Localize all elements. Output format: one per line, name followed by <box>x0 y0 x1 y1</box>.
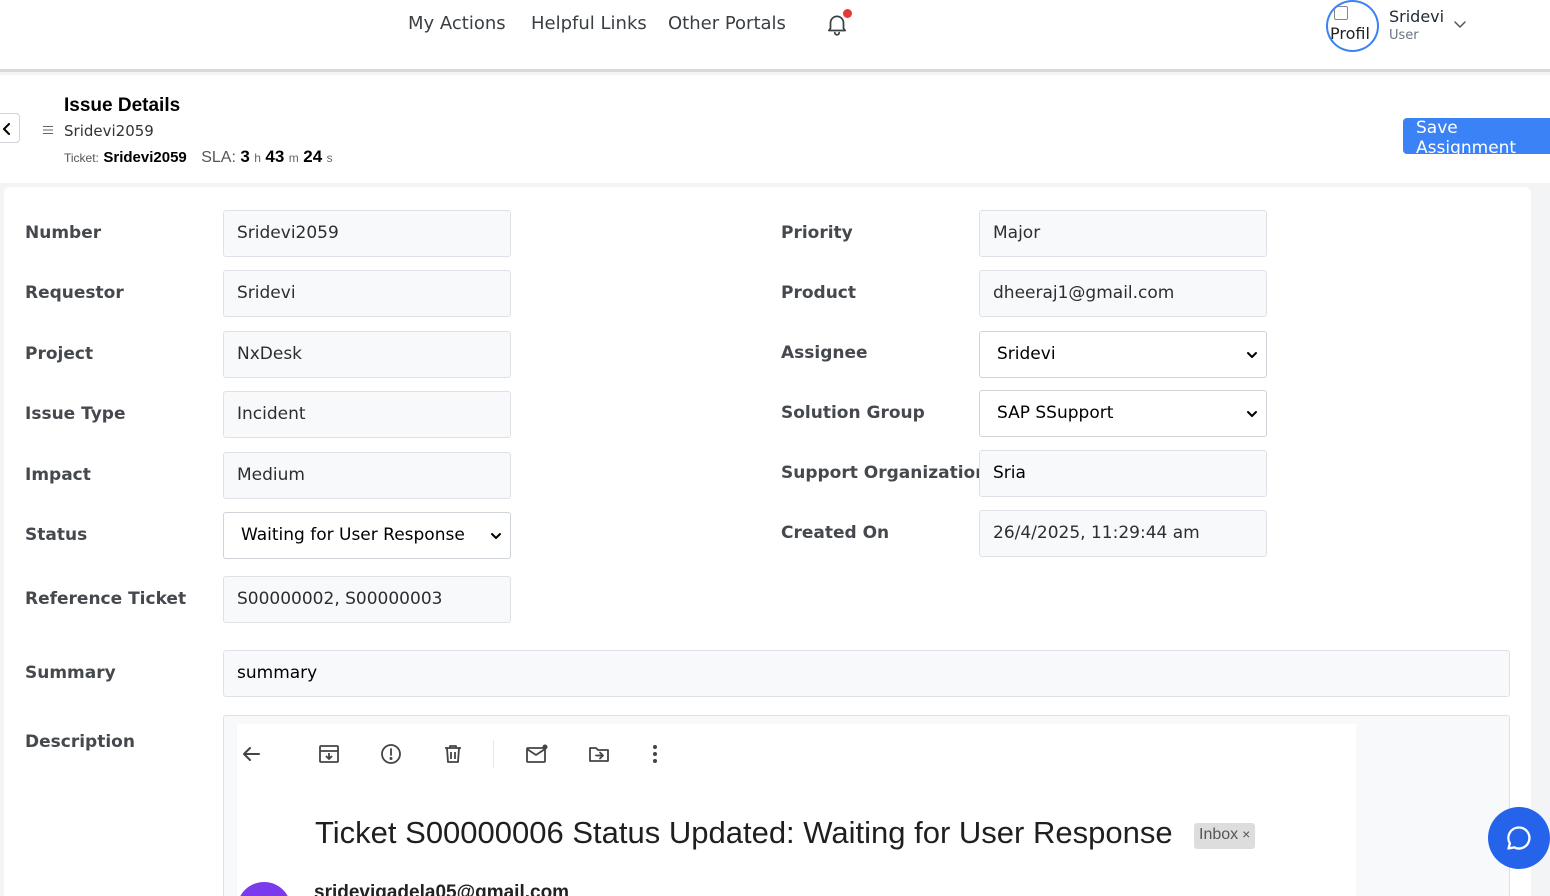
issue-type-label: Issue Type <box>25 404 126 424</box>
nav-other-portals[interactable]: Other Portals <box>668 13 786 34</box>
assignee-select-value: Sridevi <box>997 344 1056 364</box>
nav-my-actions[interactable]: My Actions <box>408 13 506 34</box>
chevron-down-icon <box>491 533 501 539</box>
created-on-field[interactable]: 26/4/2025, 11:29:44 am <box>979 510 1267 557</box>
number-label: Number <box>25 223 102 243</box>
description-label: Description <box>25 732 135 752</box>
inbox-chip: Inbox × <box>1194 823 1256 849</box>
user-role: User <box>1389 28 1419 43</box>
sla-label: SLA: <box>201 149 236 166</box>
sla-seconds: 24 <box>303 147 323 166</box>
inbox-chip-label: Inbox <box>1199 826 1239 843</box>
product-label: Product <box>781 283 856 303</box>
status-label: Status <box>25 525 88 545</box>
chevron-down-icon <box>1247 352 1257 358</box>
page-title: Issue Details <box>64 95 181 116</box>
toolbar-divider <box>493 740 494 768</box>
top-nav: My Actions Helpful Links Other Portals P… <box>0 0 1550 72</box>
move-to-icon <box>589 747 609 762</box>
sla-minutes-unit: m <box>288 151 299 165</box>
requestor-label: Requestor <box>25 283 124 303</box>
menu-icon[interactable] <box>43 125 53 135</box>
solution-group-select-value: SAP SSupport <box>997 403 1114 423</box>
impact-label: Impact <box>25 465 91 485</box>
sender-email: sridevigadela05@gmail.com <box>314 882 570 896</box>
chat-icon <box>1507 826 1531 850</box>
status-select-value: Waiting for User Response <box>241 525 465 545</box>
ticket-sla-line: Ticket: Sridevi2059 SLA: 3 h 43 m 24 s <box>64 147 333 167</box>
product-field[interactable]: dheeraj1@gmail.com <box>979 270 1267 317</box>
sla-hours: 3 <box>240 147 250 166</box>
issue-type-field[interactable]: Incident <box>223 391 511 438</box>
notification-dot <box>843 9 852 18</box>
assignee-label: Assignee <box>781 343 868 363</box>
reference-ticket-label: Reference Ticket <box>25 589 187 609</box>
avatar[interactable]: Profil <box>1326 0 1379 52</box>
project-label: Project <box>25 344 94 364</box>
save-assignment-button[interactable]: Save Assignment <box>1403 118 1550 158</box>
summary-label: Summary <box>25 663 116 683</box>
description-embedded-image <box>237 724 1356 896</box>
report-icon <box>381 744 401 764</box>
priority-field[interactable]: Major <box>979 210 1267 257</box>
chevron-left-icon <box>3 123 10 135</box>
number-field[interactable]: Sridevi2059 <box>223 210 511 257</box>
sla-minutes: 43 <box>265 147 285 166</box>
requestor-field[interactable]: Sridevi <box>223 270 511 317</box>
solution-group-label: Solution Group <box>781 403 925 423</box>
support-organization-field[interactable]: Sria <box>979 450 1267 497</box>
reference-ticket-field[interactable]: S00000002, S00000003 <box>223 576 511 623</box>
archive-icon <box>319 745 339 763</box>
support-organization-label: Support Organization <box>781 463 988 483</box>
close-icon: × <box>1242 826 1251 842</box>
more-vert-icon <box>653 745 657 763</box>
sla-hours-unit: h <box>254 151 261 165</box>
chevron-down-icon <box>1247 411 1257 417</box>
issue-subtitle: Sridevi2059 <box>64 122 154 140</box>
trash-icon <box>445 745 461 763</box>
solution-group-select[interactable]: SAP SSupport <box>979 390 1267 437</box>
back-button[interactable] <box>0 113 20 143</box>
sla-seconds-unit: s <box>326 151 333 165</box>
mark-unread-icon <box>526 744 548 763</box>
nav-helpful-links[interactable]: Helpful Links <box>531 13 647 34</box>
email-subject: Ticket S00000006 Status Updated: Waiting… <box>315 815 1173 850</box>
priority-label: Priority <box>781 223 853 243</box>
arrow-left-icon <box>243 747 260 761</box>
created-on-label: Created On <box>781 523 890 543</box>
chat-button[interactable] <box>1488 807 1550 869</box>
status-select[interactable]: Waiting for User Response <box>223 512 511 559</box>
broken-image-icon <box>1334 6 1348 20</box>
chevron-down-icon[interactable] <box>1452 16 1468 32</box>
impact-field[interactable]: Medium <box>223 452 511 499</box>
ticket-id: Sridevi2059 <box>103 149 187 166</box>
ticket-label: Ticket: <box>64 151 99 165</box>
assignee-select[interactable]: Sridevi <box>979 331 1267 378</box>
summary-field[interactable]: summary <box>223 650 1510 697</box>
user-name[interactable]: Sridevi <box>1389 7 1444 26</box>
project-field[interactable]: NxDesk <box>223 331 511 378</box>
avatar-alt-text: Profil <box>1330 24 1370 43</box>
